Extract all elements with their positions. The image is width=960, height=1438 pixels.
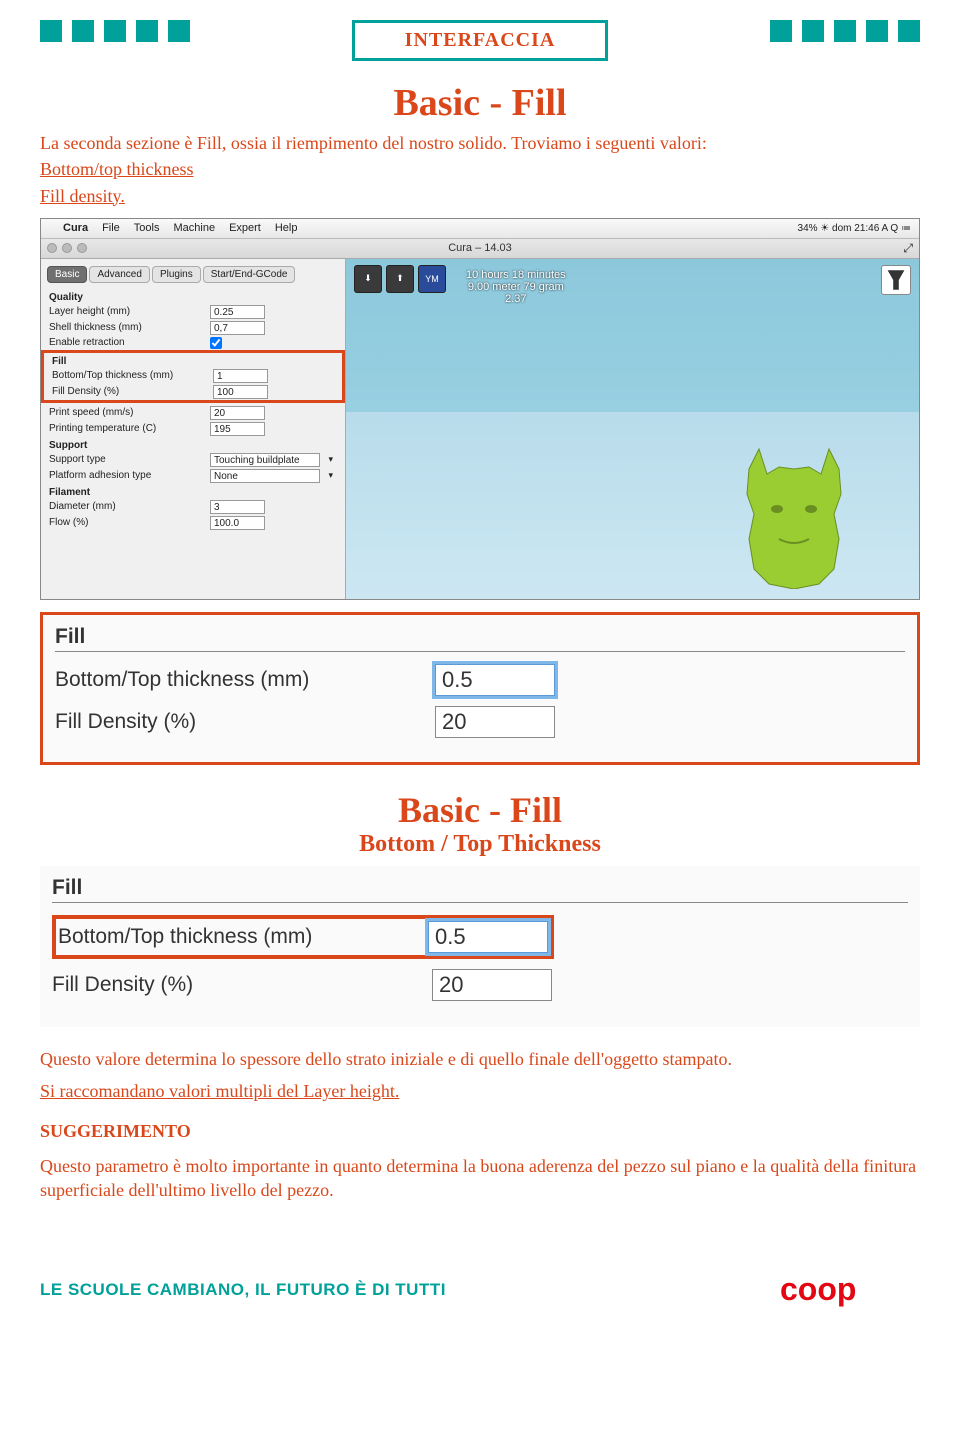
- tab-plugins[interactable]: Plugins: [152, 266, 201, 283]
- tab-basic[interactable]: Basic: [47, 266, 87, 283]
- left-squares: [40, 20, 190, 42]
- cura-screenshot: Cura File Tools Machine Expert Help 34% …: [40, 218, 920, 600]
- body-p1: Questo valore determina lo spessore dell…: [40, 1047, 920, 1071]
- window-title: Cura – 14.03: [448, 242, 512, 254]
- support-type-select[interactable]: Touching buildplate: [210, 453, 320, 467]
- zoom2-bt-label: Bottom/Top thickness (mm): [58, 925, 428, 949]
- bottom-top-input[interactable]: 1: [213, 369, 268, 383]
- fill-zoom-screenshot-1: Fill Bottom/Top thickness (mm) 0.5 Fill …: [40, 612, 920, 765]
- badge-text: INTERFACCIA: [405, 29, 556, 51]
- bottom-top-label: Bottom/Top thickness (mm): [52, 370, 207, 381]
- header-decoration: INTERFACCIA: [40, 0, 920, 71]
- zoom2-density-input[interactable]: 20: [432, 969, 552, 1001]
- menu-tools: Tools: [134, 222, 160, 234]
- tab-gcode[interactable]: Start/End-GCode: [203, 266, 296, 283]
- zoom1-fill-header: Fill: [55, 625, 905, 649]
- tab-advanced[interactable]: Advanced: [89, 266, 149, 283]
- fullscreen-icon: ⤢: [903, 241, 913, 256]
- menu-help: Help: [275, 222, 298, 234]
- viewport-load-icon[interactable]: ⬇: [354, 265, 382, 293]
- layer-height-label: Layer height (mm): [49, 306, 204, 317]
- right-squares: [770, 20, 920, 42]
- print-speed-input[interactable]: 20: [210, 406, 265, 420]
- app-name: Cura: [63, 222, 88, 234]
- fill-density-label: Fill Density (%): [52, 386, 207, 397]
- mac-menubar: Cura File Tools Machine Expert Help 34% …: [41, 219, 919, 239]
- fill-section-highlight: Fill Bottom/Top thickness (mm) 1 Fill De…: [41, 350, 345, 403]
- viewport-print-info: 10 hours 18 minutes 9.00 meter 79 gram 2…: [466, 269, 566, 305]
- print-temp-input[interactable]: 195: [210, 422, 265, 436]
- intro-link-fill-density: Fill density.: [40, 186, 125, 206]
- diameter-label: Diameter (mm): [49, 501, 204, 512]
- filament-header: Filament: [41, 484, 345, 499]
- body-p2: Si raccomandano valori multipli del Laye…: [40, 1081, 399, 1101]
- layer-height-input[interactable]: 0.25: [210, 305, 265, 319]
- settings-panel: Basic Advanced Plugins Start/End-GCode Q…: [41, 259, 346, 599]
- diameter-input[interactable]: 3: [210, 500, 265, 514]
- shell-thickness-input[interactable]: 0,7: [210, 321, 265, 335]
- adhesion-type-label: Platform adhesion type: [49, 470, 204, 481]
- zoom2-fill-header: Fill: [52, 876, 908, 900]
- adhesion-type-select[interactable]: None: [210, 469, 320, 483]
- support-type-label: Support type: [49, 454, 204, 465]
- body-text: Questo valore determina lo spessore dell…: [40, 1047, 920, 1202]
- menu-expert: Expert: [229, 222, 261, 234]
- page-footer: LE SCUOLE CAMBIANO, IL FUTURO È DI TUTTI…: [0, 1270, 960, 1330]
- zoom1-bt-label: Bottom/Top thickness (mm): [55, 668, 435, 692]
- viewport-save-icon[interactable]: ⬆: [386, 265, 414, 293]
- footer-slogan: LE SCUOLE CAMBIANO, IL FUTURO È DI TUTTI: [40, 1280, 446, 1300]
- menu-machine: Machine: [173, 222, 215, 234]
- support-header: Support: [41, 437, 345, 452]
- mid-title-1: Basic - Fill: [40, 789, 920, 831]
- 3d-model-preview: [719, 439, 869, 589]
- bottom-top-row-highlight: Bottom/Top thickness (mm) 0.5: [52, 915, 554, 959]
- intro-link-bottom-top: Bottom/top thickness: [40, 159, 194, 179]
- intro-line1: La seconda sezione è Fill, ossia il riem…: [40, 131, 920, 155]
- zoom1-density-input[interactable]: 20: [435, 706, 555, 738]
- suggestion-header: SUGGERIMENTO: [40, 1119, 920, 1143]
- svg-text:coop: coop: [780, 1271, 856, 1307]
- print-temp-label: Printing temperature (C): [49, 423, 204, 434]
- mid-heading: Basic - Fill Bottom / Top Thickness: [40, 789, 920, 858]
- zoom1-density-label: Fill Density (%): [55, 710, 435, 734]
- zoom1-bt-input[interactable]: 0.5: [435, 664, 555, 696]
- viewport-mode-icon[interactable]: [881, 265, 911, 295]
- section-badge: INTERFACCIA: [352, 20, 609, 61]
- mid-title-2: Bottom / Top Thickness: [40, 831, 920, 858]
- intro-text: La seconda sezione è Fill, ossia il riem…: [40, 131, 920, 208]
- quality-header: Quality: [41, 289, 345, 304]
- suggestion-body: Questo parametro è molto importante in q…: [40, 1154, 920, 1203]
- zoom2-density-label: Fill Density (%): [52, 973, 432, 997]
- coop-logo: coop: [780, 1270, 920, 1310]
- 3d-viewport[interactable]: ⬇ ⬆ YM 10 hours 18 minutes 9.00 meter 79…: [346, 259, 919, 599]
- fill-density-input[interactable]: 100: [213, 385, 268, 399]
- menu-file: File: [102, 222, 120, 234]
- page-title: Basic - Fill: [40, 81, 920, 125]
- fill-zoom-screenshot-2: Fill Bottom/Top thickness (mm) 0.5 Fill …: [40, 866, 920, 1027]
- mac-status-right: 34% ☀︎ dom 21:46 A Q ≔: [798, 223, 911, 234]
- flow-input[interactable]: 100.0: [210, 516, 265, 530]
- enable-retraction-label: Enable retraction: [49, 337, 204, 348]
- flow-label: Flow (%): [49, 517, 204, 528]
- viewport-ym-icon[interactable]: YM: [418, 265, 446, 293]
- fill-header: Fill: [44, 353, 342, 368]
- enable-retraction-checkbox[interactable]: [210, 337, 222, 349]
- window-titlebar: Cura – 14.03 ⤢: [41, 239, 919, 259]
- print-speed-label: Print speed (mm/s): [49, 407, 204, 418]
- shell-thickness-label: Shell thickness (mm): [49, 322, 204, 333]
- zoom2-bt-input[interactable]: 0.5: [428, 921, 548, 953]
